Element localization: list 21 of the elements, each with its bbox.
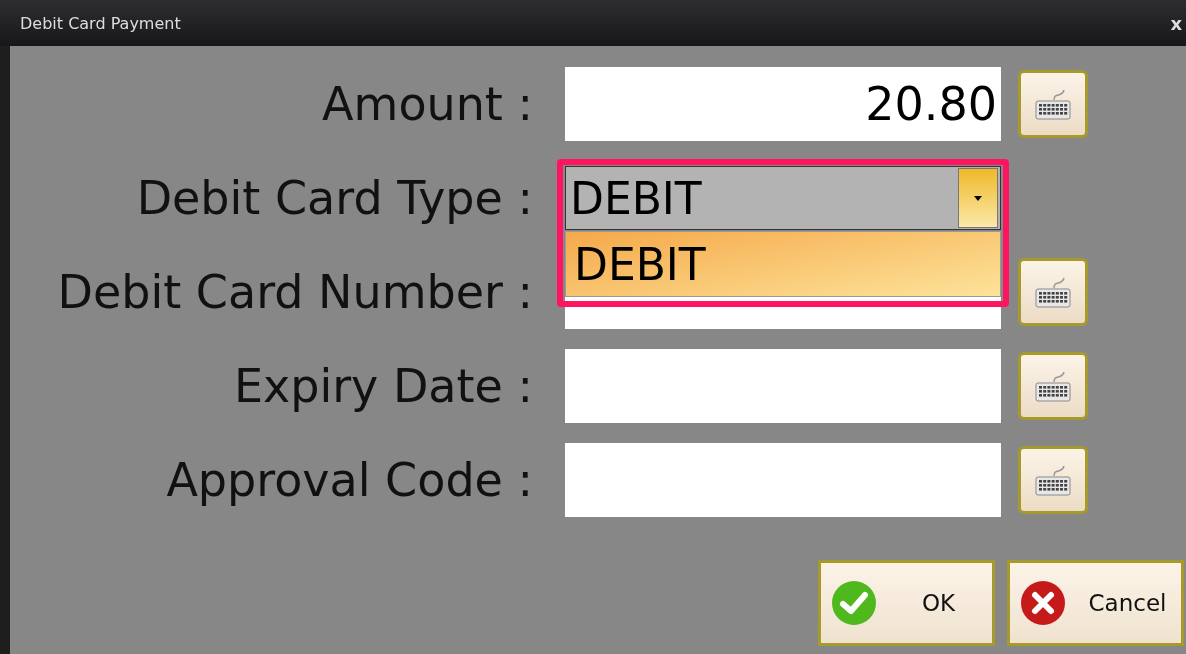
caret-icon [974,195,982,201]
field-label: Expiry Date : [232,359,534,413]
input-field[interactable]: 20.80 [565,67,1001,141]
input-field[interactable] [565,349,1001,423]
close-button[interactable]: x [1166,12,1186,34]
window-title: Debit Card Payment [20,13,181,33]
field-label: Amount : [321,77,534,131]
keyboard-button[interactable] [1018,352,1088,420]
dropdown[interactable]: DEBIT [565,166,1001,230]
cancel-button[interactable]: Cancel [1007,560,1184,646]
input-field[interactable] [565,443,1001,517]
ok-button[interactable]: OK [818,560,995,646]
field-label: Debit Card Number : [56,265,534,319]
keyboard-button[interactable] [1018,70,1088,138]
keyboard-button[interactable] [1018,446,1088,514]
field-label: Debit Card Type : [135,171,534,225]
check-icon [831,580,877,626]
keyboard-button[interactable] [1018,258,1088,326]
field-label: Approval Code : [165,453,534,507]
dropdown-option[interactable]: DEBIT [565,231,1001,297]
close-icon [1020,580,1066,626]
